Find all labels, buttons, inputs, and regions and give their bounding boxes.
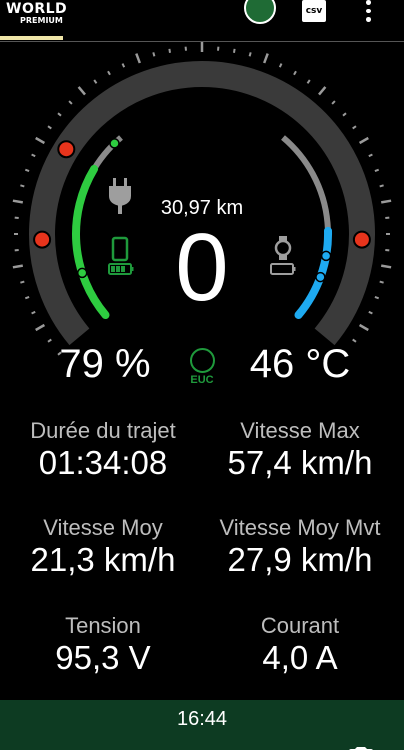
speed-alarm-marker [352,230,371,249]
stat-value: 95,3 V [55,639,151,676]
gauge-tick [31,153,36,158]
battery-percentage: 79 % [59,342,151,386]
gauge-tick [24,168,30,173]
gauge-tick [318,86,327,96]
euc-status-icon [189,348,215,373]
connection-button[interactable] [244,0,276,24]
gauge-tick [121,63,126,68]
gauge-tick [12,264,24,269]
gauge-tick [374,168,380,173]
euc-label: EUC [190,374,214,386]
gauge-tick [379,184,384,188]
stat-label: Durée du trajet [30,418,176,443]
stat-label: Tension [65,613,141,638]
csv-export-button[interactable]: csv [302,0,326,22]
clock-time: 16:44 [176,708,228,730]
gauge-tick [306,79,311,84]
stat-average-speed: Vitesse Moy 21,3 km/h [8,515,198,579]
plug-icon [109,178,131,214]
top-app-bar: WORLD PREMIUM csv [0,0,404,42]
gauge-tick [93,79,98,84]
gauge-tick [233,48,236,53]
gauge-tick [278,63,283,68]
gauge-tick [57,112,62,117]
menu-dot-icon [365,8,371,14]
arc-indicator-dot [76,267,88,279]
stat-value: 01:34:08 [38,444,168,481]
gauge-tick [107,70,111,76]
gauge-tick [24,295,30,300]
gauge-tick [374,295,380,300]
stat-label: Vitesse Moy [43,515,163,540]
app-logo: WORLD PREMIUM [6,2,67,25]
gauge-tick [263,53,269,64]
stat-label: Vitesse Max [240,418,360,443]
gauge-tick [35,136,46,145]
stat-max-speed: Vitesse Max 57,4 km/h [205,418,395,482]
gauge-tick [35,323,46,332]
gauge-tick [368,153,373,158]
logo-main-text: WORLD [6,1,68,17]
stat-value: 27,9 km/h [227,541,373,578]
gauge-tick [358,136,369,145]
stat-current: Courant 4,0 A [205,613,395,677]
speed-alarm-marker [57,140,76,159]
stat-voltage: Tension 95,3 V [8,613,198,677]
gauge-tick [168,48,171,53]
temperature-inner-track [281,135,331,317]
menu-dot-icon [365,17,371,23]
gauge-tick [47,125,52,130]
temperature-reading: 46 °C [249,342,351,386]
stat-value: 4,0 A [262,639,338,676]
battery-inner-track [73,135,123,317]
gauge-tick [31,310,36,315]
stat-label: Vitesse Moy Mvt [219,515,381,540]
arc-indicator-dot [109,138,120,149]
connection-status-icon [244,0,276,24]
menu-dot-icon [365,0,371,5]
bottom-bar: 16:44 [0,700,404,750]
gauge-tick [352,125,357,130]
gauge-tick [358,323,369,332]
gauge-tick [20,184,25,188]
gauge-tick [77,86,86,96]
watch-battery-icon [270,236,296,275]
gauge-tick [293,70,297,76]
stat-value: 57,4 km/h [227,444,373,481]
overflow-menu-button[interactable] [358,0,378,23]
speed-alarm-marker [33,230,52,249]
stat-average-moving-speed: Vitesse Moy Mvt 27,9 km/h [205,515,395,579]
stat-value: 21,3 km/h [30,541,176,578]
gauge-tick [331,100,336,105]
gauge-tick [68,100,73,105]
gauge-tick [248,52,252,57]
arc-indicator-dot [315,271,326,283]
camera-button[interactable] [343,742,379,750]
euc-connection-badge[interactable]: EUC [184,348,220,386]
stat-trip-duration: Durée du trajet 01:34:08 [8,418,198,482]
gauge-tick [342,112,347,117]
current-speed: 0 [175,214,229,321]
gauge-tick [135,53,141,64]
gauge-tick [380,199,392,204]
stat-label: Courant [260,613,340,638]
gauge-tick [12,199,24,204]
battery-level-arc [72,164,110,319]
phone-battery-icon [108,236,134,275]
active-tab-indicator [0,36,63,40]
speed-gauge: 30,97 km 0 [0,42,404,392]
gauge-tick [368,310,373,315]
gauge-tick [152,52,156,57]
arc-indicator-dot [320,250,332,262]
gauge-tick [20,280,25,284]
logo-sub-text: PREMIUM [20,16,63,25]
gauge-tick [379,280,384,284]
gauge-tick [380,264,392,269]
